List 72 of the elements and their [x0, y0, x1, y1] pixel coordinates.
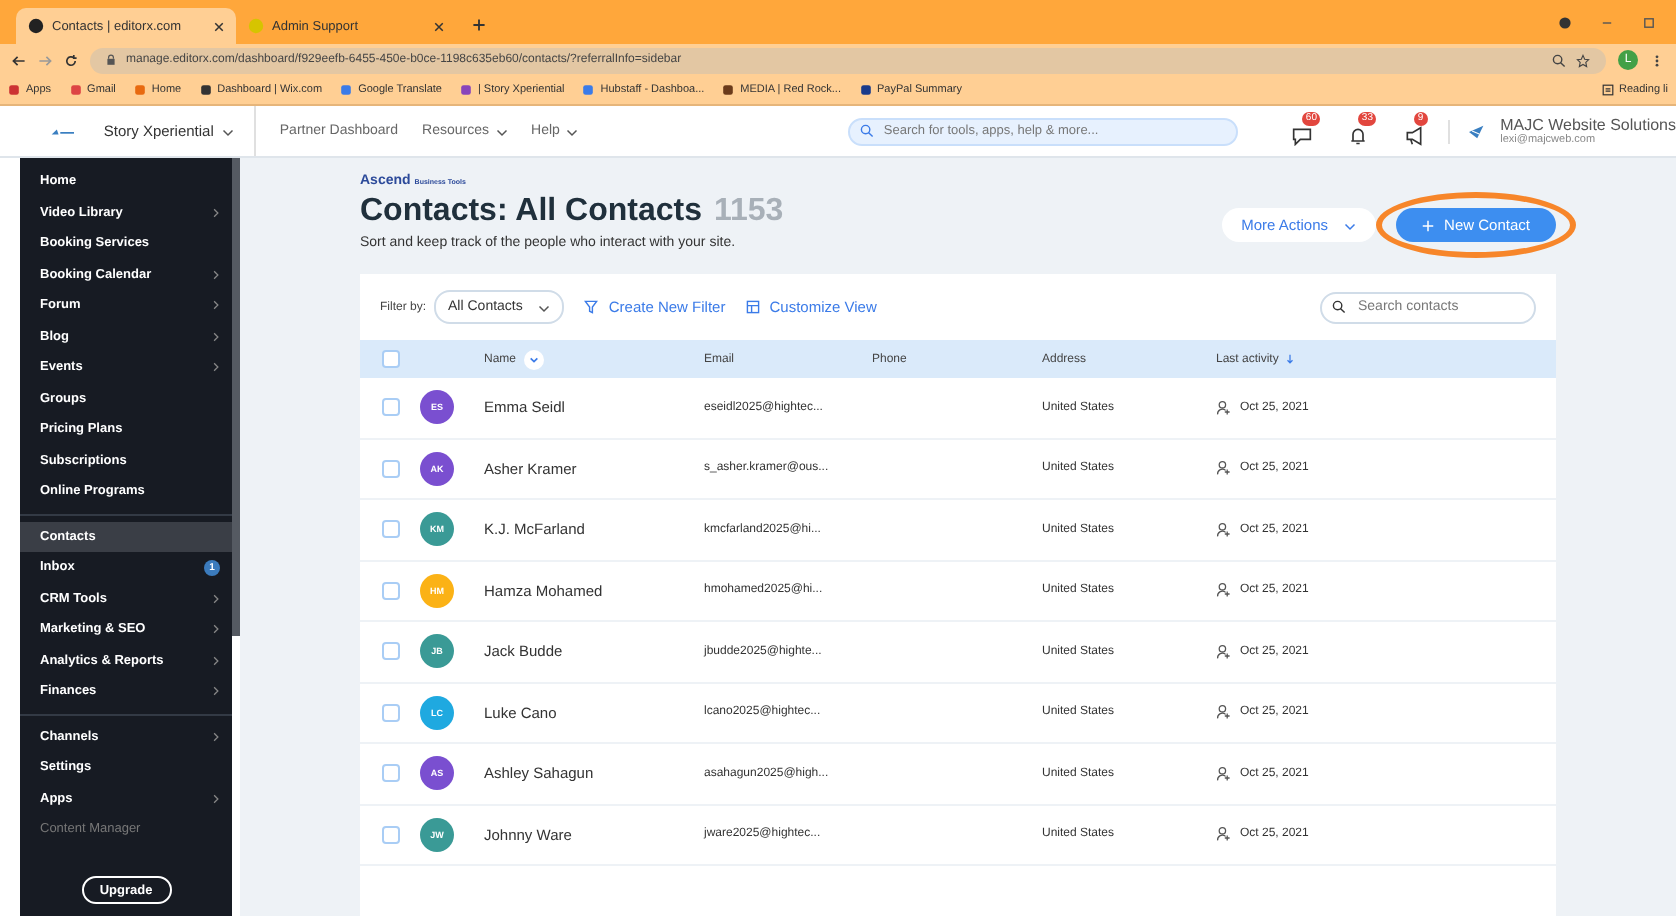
bookmark-icon [582, 84, 595, 96]
chevron-right-icon [212, 731, 220, 742]
chevron-right-icon [212, 300, 220, 311]
chevron-icon [495, 125, 508, 137]
reading-list-icon [1601, 84, 1614, 96]
person-plus-icon [1216, 460, 1232, 477]
close-icon[interactable] [214, 21, 224, 31]
row-checkbox[interactable] [381, 459, 399, 478]
chevron-right-icon [212, 793, 220, 804]
chevron-right-icon [212, 362, 220, 373]
bookmark-icon [340, 84, 353, 96]
person-plus-icon [1216, 582, 1232, 599]
bookmark-icon [8, 84, 20, 96]
forward-icon[interactable] [38, 53, 52, 67]
back-icon[interactable] [12, 53, 26, 67]
person-plus-icon [1216, 765, 1232, 782]
chevron-right-icon [212, 269, 220, 280]
chevron-right-icon [212, 331, 220, 342]
chevron-right-icon [212, 593, 220, 604]
bookmark-icon [133, 84, 146, 96]
scrollbar[interactable] [232, 158, 240, 636]
chevron-right-icon [212, 207, 220, 218]
row-checkbox[interactable] [381, 825, 399, 844]
maximize-icon[interactable] [1642, 16, 1656, 30]
sort-dropdown-icon[interactable] [524, 349, 545, 369]
close-icon[interactable] [434, 21, 444, 31]
extension-icon[interactable] [1558, 16, 1572, 30]
bookmark-icon [859, 84, 871, 96]
bell-icon[interactable] [1347, 125, 1368, 145]
site-icon [28, 18, 44, 34]
funnel-icon [584, 300, 599, 314]
table-icon [745, 300, 760, 314]
reload-icon[interactable] [64, 53, 78, 67]
chevron-icon [538, 301, 551, 313]
row-checkbox[interactable] [381, 398, 399, 417]
chevron-icon [565, 125, 578, 137]
star-icon[interactable] [1576, 53, 1590, 67]
new-tab-icon[interactable] [472, 18, 486, 32]
search-icon [859, 124, 874, 138]
site-icon [248, 18, 264, 34]
person-plus-icon [1216, 826, 1232, 843]
chat-icon[interactable] [1291, 125, 1312, 145]
minimize-icon[interactable] [1600, 16, 1614, 30]
person-plus-icon [1216, 399, 1232, 416]
row-checkbox[interactable] [381, 520, 399, 539]
chevron-right-icon [212, 655, 220, 666]
row-checkbox[interactable] [381, 764, 399, 783]
account-name[interactable]: MAJC Website Solutions [1500, 116, 1676, 134]
bookmark-icon [459, 84, 472, 96]
plus-icon [1422, 219, 1435, 231]
chevron-icon [1344, 219, 1356, 231]
chevron-icon [221, 125, 234, 137]
chevron-right-icon [212, 686, 220, 697]
row-checkbox[interactable] [381, 703, 399, 722]
zoom-icon[interactable] [1552, 53, 1566, 67]
person-plus-icon [1216, 521, 1232, 538]
megaphone-icon[interactable] [1403, 125, 1424, 145]
person-plus-icon [1216, 643, 1232, 660]
person-plus-icon [1216, 704, 1232, 721]
select-all-checkbox[interactable] [381, 350, 399, 368]
lock-icon [106, 54, 116, 66]
row-checkbox[interactable] [381, 642, 399, 661]
sort-arrow-icon[interactable] [1286, 354, 1295, 364]
menu-icon[interactable] [1650, 53, 1664, 67]
row-checkbox[interactable] [381, 581, 399, 600]
bookmark-icon [69, 84, 82, 96]
page-title: Contacts: All Contacts [360, 194, 702, 230]
bookmark-icon [199, 84, 212, 96]
bookmark-icon [722, 84, 735, 96]
search-icon [1332, 300, 1346, 314]
contact-count: 1153 [713, 194, 784, 230]
chevron-right-icon [212, 624, 220, 635]
